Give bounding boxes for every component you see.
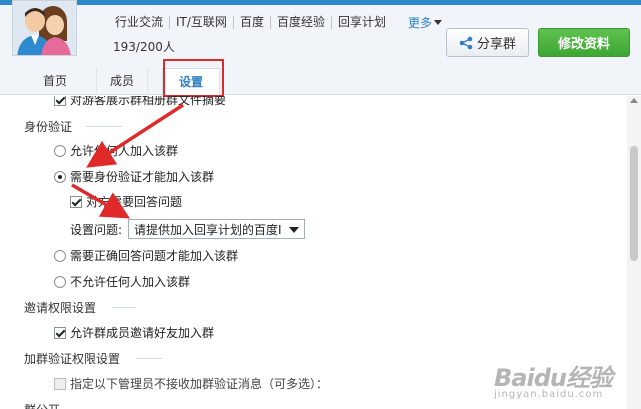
- question-select[interactable]: 请提供加入回享计划的百度I: [128, 219, 305, 239]
- section-public-title: 群公开: [24, 401, 60, 409]
- option-label: 对游客展示群相册群文件摘要: [70, 96, 227, 107]
- radio-button[interactable]: [54, 275, 66, 288]
- radio-button[interactable]: [54, 144, 66, 157]
- option-label: 不允许任何人加入该群: [70, 275, 191, 289]
- tab-bar: 首页 成员 设置: [0, 68, 641, 96]
- section-divider: [112, 307, 136, 308]
- tag-item[interactable]: 回享计划: [330, 15, 392, 29]
- group-header: 行业交流 IT/互联网 百度 百度经验 回享计划 更多 193/200人 分享群…: [0, 0, 641, 68]
- option-invite[interactable]: 允许群成员邀请好友加入群: [54, 324, 214, 341]
- section-divider: [86, 126, 122, 127]
- checkbox-checked[interactable]: [70, 195, 82, 208]
- edit-profile-button[interactable]: 修改资料: [538, 28, 630, 57]
- group-tags: 行业交流 IT/互联网 百度 百度经验 回享计划: [115, 12, 392, 32]
- section-auth-title: 身份验证: [24, 120, 73, 134]
- option-allow-anyone[interactable]: 允许任何人加入该群: [54, 142, 178, 159]
- option-label: 对方需要回答问题: [86, 195, 183, 209]
- radio-button-selected[interactable]: [54, 170, 66, 183]
- scroll-thumb[interactable]: [630, 146, 638, 261]
- option-disallow[interactable]: 不允许任何人加入该群: [54, 273, 190, 290]
- question-label: 设置问题:: [70, 223, 123, 237]
- option-require-auth[interactable]: 需要身份验证才能加入该群: [54, 168, 214, 185]
- dropdown-arrow-icon: [289, 227, 299, 233]
- section-divider: [136, 358, 162, 359]
- option-require-correct[interactable]: 需要正确回答问题才能加入该群: [54, 247, 238, 264]
- tag-item[interactable]: IT/互联网: [169, 15, 233, 29]
- option-label: 指定以下管理员不接收加群验证消息（可多选）：: [70, 377, 329, 391]
- caret-down-icon: [434, 20, 443, 25]
- partial-option-row: 对游客展示群相册群文件摘要: [54, 96, 226, 108]
- tab-members[interactable]: 成员: [96, 68, 148, 95]
- tag-item[interactable]: 百度经验: [269, 15, 331, 29]
- checkbox[interactable]: [54, 96, 66, 106]
- option-label: 需要正确回答问题才能加入该群: [70, 249, 239, 263]
- tab-home[interactable]: 首页: [30, 68, 80, 95]
- option-label: 允许群成员邀请好友加入群: [70, 326, 215, 340]
- share-group-button[interactable]: 分享群: [446, 28, 529, 57]
- share-icon: [459, 36, 473, 49]
- tag-item[interactable]: 行业交流: [115, 15, 169, 29]
- checkbox-disabled[interactable]: [54, 377, 66, 390]
- checkbox-checked[interactable]: [54, 326, 66, 339]
- section-invite-title: 邀请权限设置: [24, 301, 97, 315]
- more-label: 更多: [408, 16, 433, 30]
- group-avatar[interactable]: [12, 0, 77, 56]
- option-verify[interactable]: 指定以下管理员不接收加群验证消息（可多选）：: [54, 375, 328, 392]
- baidu-watermark: Baidu经验 jingyan.baidu.com: [494, 358, 613, 400]
- option-label: 允许任何人加入该群: [70, 144, 179, 158]
- member-count: 193/200人: [113, 40, 175, 54]
- share-label: 分享群: [476, 37, 516, 52]
- annotation-highlight-box: [163, 59, 224, 97]
- vertical-scrollbar[interactable]: [627, 96, 641, 409]
- option-answer-question[interactable]: 对方需要回答问题: [70, 193, 182, 210]
- option-label: 需要身份验证才能加入该群: [70, 170, 215, 184]
- watermark-main: Baidu经验: [494, 364, 613, 392]
- title-bar-strip: [0, 0, 641, 5]
- radio-button[interactable]: [54, 249, 66, 262]
- watermark-sub: jingyan.baidu.com: [494, 389, 604, 400]
- more-tags-link[interactable]: 更多: [408, 14, 443, 31]
- scroll-up-arrow-icon[interactable]: [627, 96, 641, 106]
- section-verify-title: 加群验证权限设置: [24, 352, 121, 366]
- question-select-value: 请提供加入回享计划的百度I: [134, 222, 282, 237]
- tag-item[interactable]: 百度: [232, 15, 270, 29]
